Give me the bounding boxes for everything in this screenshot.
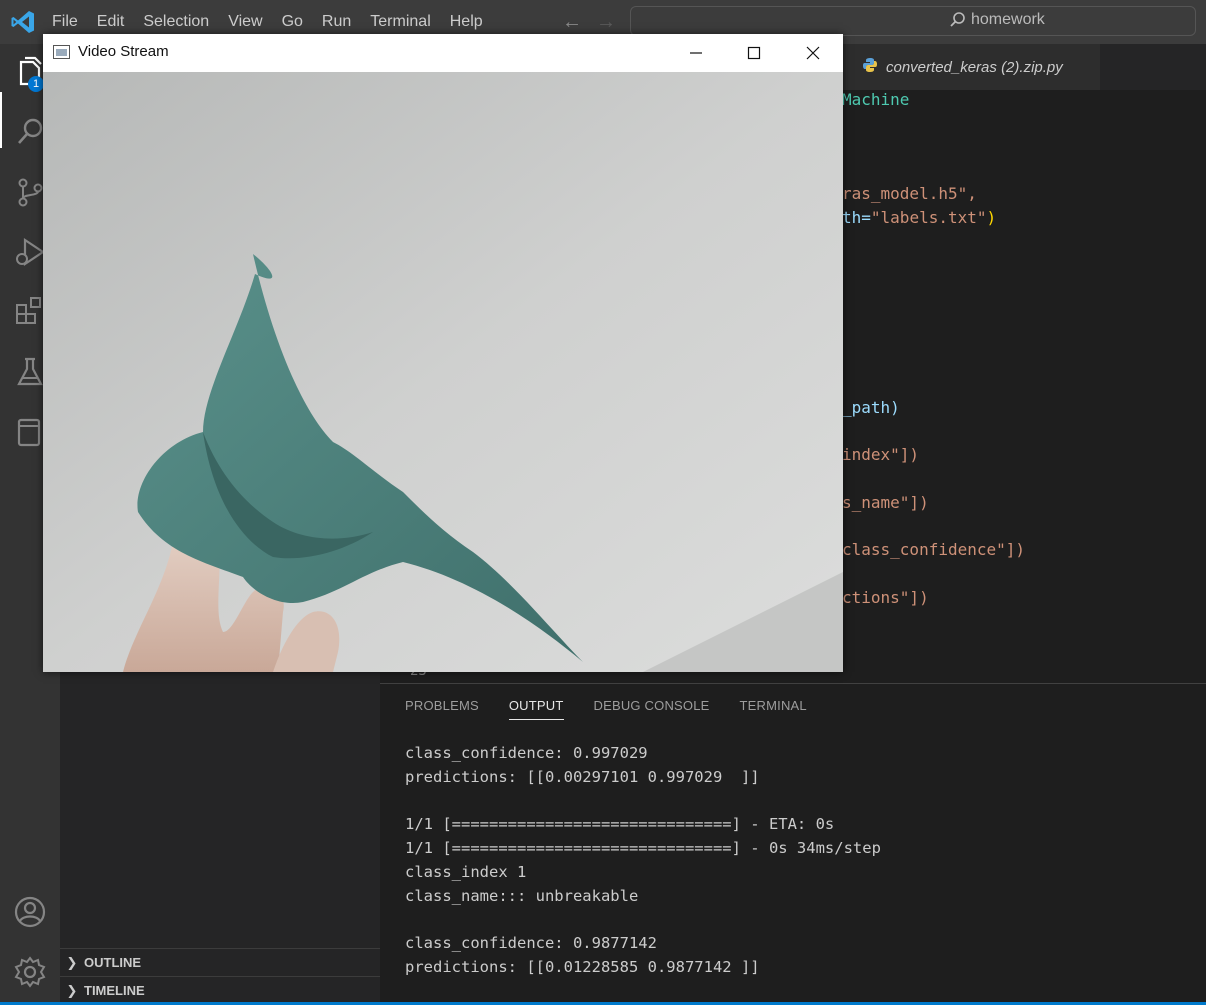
output-line: class_index 1 (405, 862, 527, 881)
code-fragment: ras_model.h5", (842, 184, 977, 203)
menu-selection[interactable]: Selection (143, 13, 209, 31)
window-app-icon (53, 45, 70, 59)
tab-problems[interactable]: PROBLEMS (405, 698, 479, 720)
panel-tabs: PROBLEMS OUTPUT DEBUG CONSOLE TERMINAL (405, 698, 837, 720)
menu-view[interactable]: View (228, 13, 262, 31)
output-line: class_confidence: 0.997029 (405, 744, 648, 762)
output-line: 1/1 [==============================] - 0… (405, 839, 881, 858)
back-arrow-icon[interactable]: ← (562, 11, 582, 34)
navigation-arrows: ← → (562, 11, 616, 34)
active-indicator (0, 92, 2, 148)
window-title: Video Stream (78, 43, 169, 60)
output-line: predictions: [[0.01228585 0.9877142 ]] (405, 958, 760, 977)
output-line: 1/1 [==============================] - E… (405, 815, 835, 834)
command-center-search[interactable]: homework (630, 6, 1196, 36)
output-line: predictions: [[0.00297101 0.997029 ]] (405, 767, 760, 786)
workspace-name: homework (971, 11, 1045, 28)
menu-file[interactable]: File (52, 13, 78, 31)
tab-converted-keras[interactable]: converted_keras (2).zip.py (842, 44, 1100, 90)
tab-terminal[interactable]: TERMINAL (740, 698, 807, 720)
tab-debug-console[interactable]: DEBUG CONSOLE (594, 698, 710, 720)
timeline-section-header[interactable]: ❯ TIMELINE (60, 976, 380, 1004)
bottom-panel: PROBLEMS OUTPUT DEBUG CONSOLE TERMINAL c… (380, 683, 1206, 1005)
code-fragment: th="labels.txt") (842, 208, 997, 227)
settings-gear-icon[interactable] (12, 954, 48, 990)
tab-output[interactable]: OUTPUT (508, 698, 564, 720)
menu-edit[interactable]: Edit (97, 13, 125, 31)
menu-help[interactable]: Help (450, 13, 483, 31)
outline-label: OUTLINE (84, 955, 142, 970)
chevron-right-icon: ❯ (66, 982, 78, 998)
forward-arrow-icon[interactable]: → (596, 11, 616, 34)
code-fragment: _path) (842, 398, 900, 417)
chevron-right-icon: ❯ (66, 954, 78, 970)
output-line: class_confidence: 0.9877142 (405, 934, 657, 953)
output-line: class_name::: unbreakable (405, 886, 639, 905)
search-icon (950, 12, 965, 27)
window-title-bar[interactable]: Video Stream (43, 34, 843, 72)
tab-label: converted_keras (2).zip.py (886, 58, 1063, 76)
timeline-label: TIMELINE (84, 983, 145, 998)
maximize-button[interactable] (731, 34, 777, 72)
code-fragment: class_confidence"]) (842, 540, 1026, 559)
close-button[interactable] (790, 34, 836, 72)
code-fragment: ctions"]) (842, 588, 929, 607)
menu-terminal[interactable]: Terminal (370, 13, 430, 31)
minimize-button[interactable] (673, 34, 719, 72)
video-frame (43, 72, 843, 672)
python-icon (862, 57, 878, 77)
video-stream-window[interactable]: Video Stream (43, 34, 843, 672)
code-fragment: index"]) (842, 445, 920, 464)
vscode-logo-icon (10, 9, 36, 35)
output-log[interactable]: class_confidence: 0.997029 predictions: [… (405, 742, 881, 980)
account-icon[interactable] (12, 894, 48, 930)
outline-section-header[interactable]: ❯ OUTLINE (60, 948, 380, 976)
code-fragment: s_name"]) (842, 493, 929, 512)
menu-run[interactable]: Run (322, 13, 351, 31)
menu-go[interactable]: Go (282, 13, 303, 31)
explorer-badge: 1 (28, 76, 44, 92)
code-fragment: Machine (842, 90, 910, 109)
